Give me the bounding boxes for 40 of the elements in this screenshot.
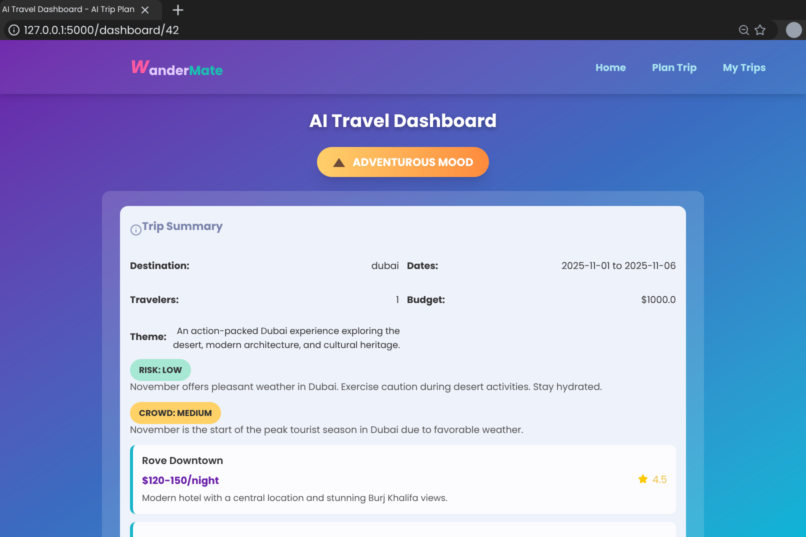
- logo-text: ander: [148, 61, 189, 80]
- mood-text: ADVENTUROUS MOOD: [352, 154, 474, 170]
- hotel-description: Modern hotel with a central location and stunning Burj Khalifa views.: [142, 492, 449, 506]
- hotel-rating: 4.5: [652, 472, 667, 487]
- logo-letter: W: [130, 54, 149, 80]
- star-icon: [638, 474, 648, 484]
- alert-note: November is the start of the peak tourist season in Dubai due to favorable weather.: [130, 424, 524, 438]
- nav-link[interactable]: My Trips: [722, 60, 766, 74]
- mountain-icon: [332, 157, 345, 167]
- new-tab-icon[interactable]: [170, 2, 186, 18]
- info-icon[interactable]: [8, 24, 20, 36]
- tab-title: AI Travel Dashboard - AI Trip Plan: [1, 4, 135, 16]
- hotel-name: Rove Downtown: [142, 452, 224, 468]
- zoom-icon[interactable]: [738, 24, 750, 36]
- info-icon: [130, 224, 142, 236]
- nav-link[interactable]: Plan Trip: [652, 60, 697, 74]
- field-label: Travelers:: [130, 294, 179, 308]
- close-icon[interactable]: [138, 4, 151, 16]
- alert-note: November offers pleasant weather in Dubai. Exercise caution during desert activities. Stay hydrated.: [130, 381, 602, 396]
- nav-link[interactable]: Home: [596, 60, 626, 74]
- field-label: Budget:: [407, 294, 445, 308]
- field-label: Theme:: [130, 331, 166, 346]
- address-bar[interactable]: 127.0.0.1:5000/dashboard/42: [4, 20, 778, 40]
- status-badge: CROWD: MEDIUM: [130, 402, 221, 424]
- theme-text: An action-packed Dubai experience exploring the desert, modern architecture, and cultural heritage.: [172, 324, 400, 352]
- field-value: 1: [396, 294, 399, 308]
- field-label: Destination:: [130, 260, 190, 274]
- profile-avatar[interactable]: [786, 22, 802, 38]
- field-value: dubai: [371, 260, 399, 274]
- favorite-icon[interactable]: [754, 24, 766, 36]
- hotel-price: $120-150/night: [142, 472, 220, 488]
- url-text: 127.0.0.1:5000/dashboard/42: [24, 22, 180, 38]
- field-value: 2025-11-01 to 2025-11-06: [562, 260, 676, 274]
- status-badge: RISK: LOW: [130, 358, 192, 382]
- field-label: Dates:: [407, 260, 438, 274]
- section-title: Trip Summary: [142, 218, 223, 234]
- logo-text: Mate: [188, 61, 223, 80]
- field-value: $1000.0: [641, 294, 676, 308]
- browser-tab[interactable]: AI Travel Dashboard - AI Trip Plan: [0, 0, 162, 20]
- page-title: AI Travel Dashboard: [309, 108, 497, 135]
